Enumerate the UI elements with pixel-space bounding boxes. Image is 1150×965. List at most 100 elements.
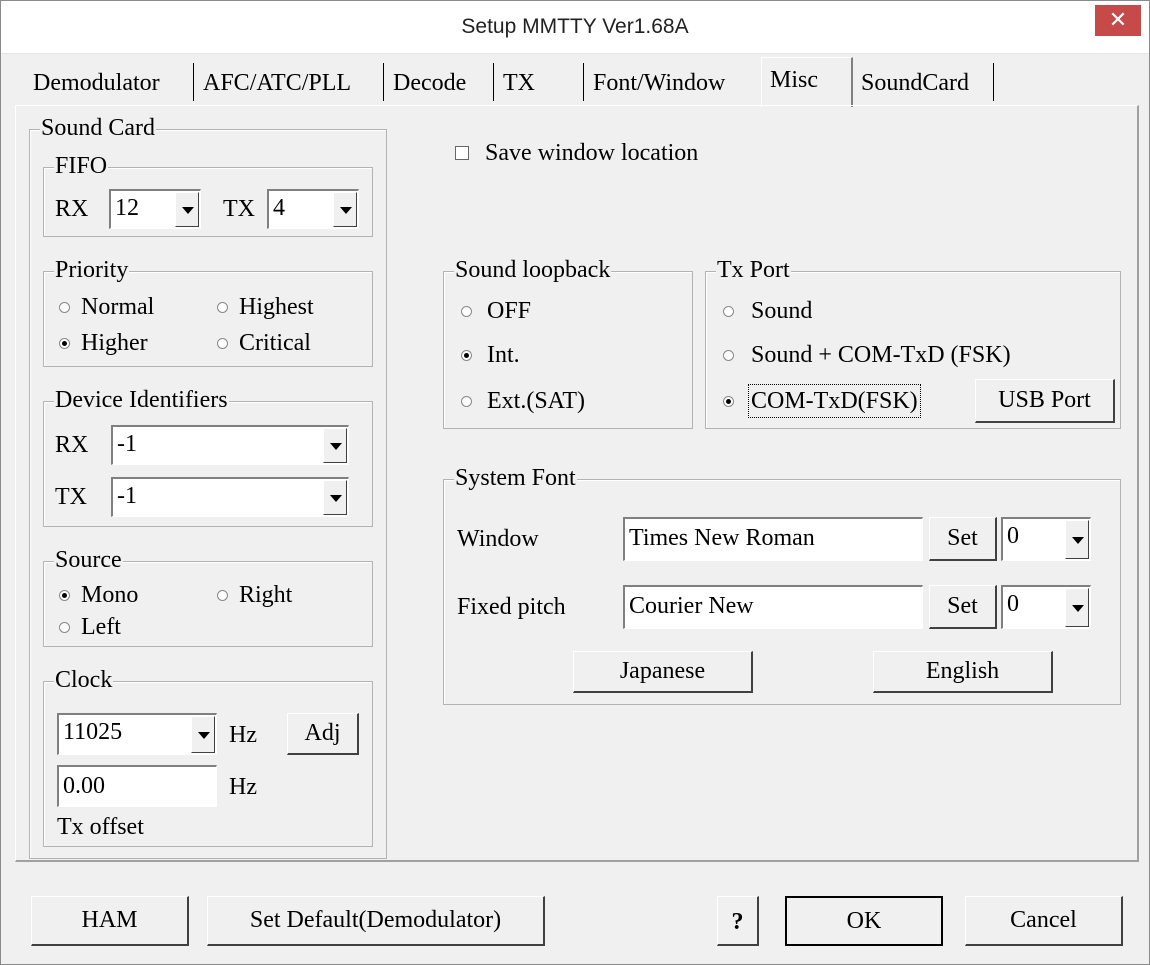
tab-separator [583, 63, 584, 101]
tx-port-label: Tx Port [716, 256, 791, 284]
ham-button[interactable]: HAM [31, 896, 189, 946]
clock-hz-label: Hz [229, 722, 257, 748]
radio-label: Higher [81, 330, 148, 356]
tab-misc[interactable]: Misc [761, 57, 853, 107]
fifo-rx-label: RX [55, 196, 89, 222]
usb-port-button-label: USB Port [998, 387, 1091, 413]
ham-button-label: HAM [81, 907, 138, 933]
fixed-font-set-button[interactable]: Set [929, 585, 997, 629]
radio-label: Left [81, 614, 121, 640]
radio-icon [59, 622, 70, 633]
clock-rate-value: 11025 [63, 719, 123, 745]
fifo-tx-select[interactable]: 4 [267, 189, 359, 229]
clock-rate-select[interactable]: 11025 [57, 713, 217, 755]
source-label: Source [54, 546, 123, 574]
fixed-font-input[interactable]: Courier New [623, 585, 923, 629]
tx-offset-input[interactable]: 0.00 [57, 765, 217, 807]
fixed-font-size-value: 0 [1007, 591, 1019, 617]
radio-label: Normal [81, 294, 155, 320]
chevron-down-icon[interactable] [1065, 588, 1089, 627]
window-title: Setup MMTTY Ver1.68A [461, 15, 689, 38]
english-button-label: English [925, 658, 1000, 684]
fifo-rx-select[interactable]: 12 [109, 189, 201, 229]
chevron-down-icon[interactable] [191, 716, 215, 753]
chevron-down-icon[interactable] [175, 192, 199, 227]
tx-offset-value: 0.00 [63, 773, 105, 799]
tab-separator [383, 63, 384, 101]
cancel-button[interactable]: Cancel [965, 896, 1123, 946]
set-button-label: Set [947, 525, 978, 551]
fifo-rx-value: 12 [115, 195, 139, 221]
radio-selected-icon [461, 350, 472, 361]
chevron-down-icon[interactable] [323, 428, 347, 463]
radio-label: Highest [239, 294, 314, 320]
device-tx-value: -1 [117, 483, 137, 509]
ok-button-label: OK [846, 908, 882, 934]
tab-soundcard[interactable]: SoundCard [857, 61, 969, 99]
system-font-label: System Font [454, 464, 577, 492]
radio-icon [461, 396, 472, 407]
radio-label: Sound [751, 298, 813, 324]
device-tx-select[interactable]: -1 [111, 477, 349, 517]
radio-label: Ext.(SAT) [487, 388, 585, 414]
set-default-button-label: Set Default(Demodulator) [249, 907, 502, 933]
japanese-button[interactable]: Japanese [573, 651, 753, 693]
device-tx-label: TX [55, 484, 87, 510]
close-button[interactable]: ✕ [1095, 5, 1141, 36]
radio-selected-icon [59, 338, 70, 349]
device-rx-label: RX [55, 432, 89, 458]
ok-button[interactable]: OK [785, 896, 943, 946]
checkbox-label: Save window location [485, 140, 699, 166]
fifo-label: FIFO [54, 152, 109, 180]
device-identifiers-label: Device Identifiers [54, 386, 229, 414]
tx-offset-label: Tx offset [57, 814, 144, 840]
radio-selected-icon [59, 590, 70, 601]
setup-dialog: Setup MMTTY Ver1.68A ✕ Demodulator AFC/A… [0, 0, 1150, 965]
clock-label: Clock [54, 666, 114, 694]
chevron-down-icon[interactable] [1065, 520, 1089, 559]
tab-demodulator[interactable]: Demodulator [29, 61, 160, 99]
fixed-font-value: Courier New [629, 593, 754, 619]
tab-afc-atc-pll[interactable]: AFC/ATC/PLL [199, 61, 351, 99]
device-rx-select[interactable]: -1 [111, 425, 349, 465]
fifo-tx-label: TX [223, 196, 255, 222]
help-button[interactable]: ? [717, 896, 759, 946]
radio-icon [59, 302, 70, 313]
fixed-font-size-select[interactable]: 0 [1001, 585, 1091, 629]
radio-label: Critical [239, 330, 311, 356]
device-rx-value: -1 [117, 431, 137, 457]
help-icon: ? [731, 909, 744, 935]
sound-card-label: Sound Card [40, 114, 156, 142]
radio-icon [723, 350, 734, 361]
radio-label: Right [239, 582, 293, 608]
radio-icon [217, 590, 228, 601]
tab-tx[interactable]: TX [499, 61, 535, 99]
radio-icon [461, 306, 472, 317]
fixed-pitch-label: Fixed pitch [457, 594, 566, 620]
set-default-button[interactable]: Set Default(Demodulator) [207, 896, 545, 946]
radio-label: Mono [81, 582, 139, 608]
radio-label: Sound + COM-TxD (FSK) [751, 342, 1011, 368]
window-font-input[interactable]: Times New Roman [623, 517, 923, 561]
tab-font-window[interactable]: Font/Window [589, 61, 725, 99]
chevron-down-icon[interactable] [333, 192, 357, 227]
tab-separator [193, 63, 194, 101]
usb-port-button[interactable]: USB Port [975, 379, 1115, 423]
adj-button[interactable]: Adj [287, 713, 359, 755]
offset-hz-label: Hz [229, 774, 257, 800]
radio-selected-icon [723, 396, 734, 407]
tab-decode[interactable]: Decode [389, 61, 466, 99]
radio-label: COM-TxD(FSK) [748, 384, 921, 418]
cancel-button-label: Cancel [1010, 907, 1077, 933]
chevron-down-icon[interactable] [323, 480, 347, 515]
title-bar[interactable]: Setup MMTTY Ver1.68A ✕ [1, 1, 1149, 54]
window-font-size-select[interactable]: 0 [1001, 517, 1091, 561]
tab-separator [993, 63, 994, 101]
tab-separator [493, 63, 494, 101]
adj-button-label: Adj [304, 720, 341, 746]
window-font-set-button[interactable]: Set [929, 517, 997, 561]
close-icon: ✕ [1108, 7, 1128, 32]
checkbox-icon [455, 146, 469, 160]
english-button[interactable]: English [873, 651, 1053, 693]
radio-icon [217, 302, 228, 313]
